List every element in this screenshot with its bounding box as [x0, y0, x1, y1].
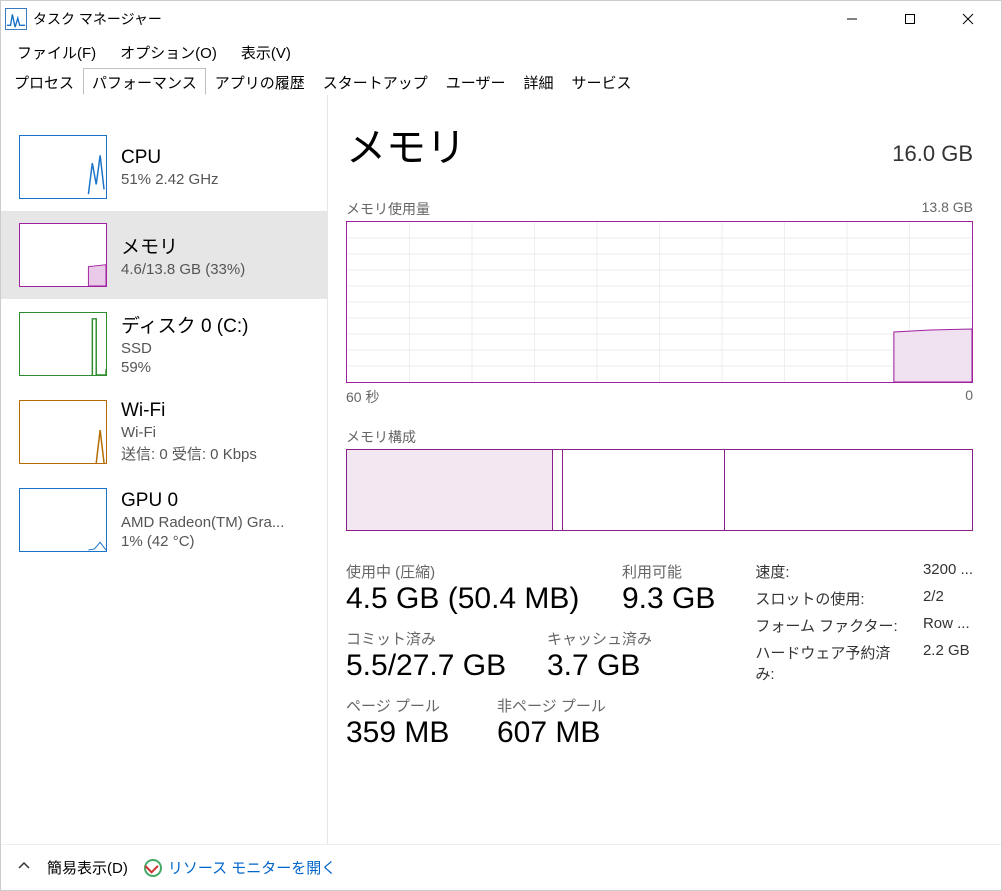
memory-usage-graph[interactable]	[346, 221, 973, 383]
tab-bar: プロセス パフォーマンス アプリの履歴 スタートアップ ユーザー 詳細 サービス	[1, 67, 1001, 95]
hwres-value: 2.2 GB	[923, 642, 973, 684]
avail-label: 利用可能	[622, 561, 715, 582]
window-title: タスク マネージャー	[33, 9, 823, 29]
sidebar-item-disk[interactable]: ディスク 0 (C:) SSD 59%	[1, 299, 327, 388]
cache-label: キャッシュ済み	[547, 628, 652, 649]
commit-label: コミット済み	[346, 628, 521, 649]
comp-seg-free	[725, 450, 972, 530]
menubar: ファイル(F) オプション(O) 表示(V)	[1, 37, 1001, 67]
comp-seg-modified	[553, 450, 562, 530]
open-resource-monitor-label: リソース モニターを開く	[168, 857, 336, 878]
simple-view-button[interactable]: 簡易表示(D)	[47, 857, 128, 878]
open-resource-monitor-link[interactable]: リソース モニターを開く	[144, 857, 336, 878]
tab-performance[interactable]: パフォーマンス	[83, 68, 206, 95]
sidebar-disk-title: ディスク 0 (C:)	[121, 311, 248, 338]
comp-seg-inuse	[347, 450, 553, 530]
tab-startup[interactable]: スタートアップ	[314, 68, 437, 95]
inuse-label: 使用中 (圧縮)	[346, 561, 596, 582]
form-value: Row ...	[923, 615, 973, 636]
memory-composition-graph[interactable]	[346, 449, 973, 531]
detail-total: 16.0 GB	[892, 141, 973, 167]
sidebar-item-cpu[interactable]: CPU 51% 2.42 GHz	[1, 123, 327, 211]
speed-value: 3200 ...	[923, 561, 973, 582]
tab-services[interactable]: サービス	[562, 68, 640, 95]
tab-details[interactable]: 詳細	[514, 68, 562, 95]
sidebar-cpu-title: CPU	[121, 147, 219, 169]
resource-monitor-icon	[144, 859, 162, 877]
sidebar-gpu-title: GPU 0	[121, 490, 284, 512]
form-label: フォーム ファクター:	[755, 615, 905, 636]
sidebar-item-gpu[interactable]: GPU 0 AMD Radeon(TM) Gra... 1% (42 °C)	[1, 476, 327, 564]
menu-file[interactable]: ファイル(F)	[9, 40, 104, 65]
paged-value: 359 MB	[346, 716, 471, 750]
paged-label: ページ プール	[346, 695, 471, 716]
gpu-thumb-icon	[19, 488, 107, 552]
sidebar-cpu-sub: 51% 2.42 GHz	[121, 171, 219, 188]
detail-heading: メモリ	[346, 115, 466, 173]
x-axis-left: 60 秒	[346, 387, 379, 407]
cpu-thumb-icon	[19, 135, 107, 199]
slots-label: スロットの使用:	[755, 588, 905, 609]
titlebar: タスク マネージャー	[1, 1, 1001, 37]
maximize-button[interactable]	[881, 1, 939, 37]
sidebar-item-memory[interactable]: メモリ 4.6/13.8 GB (33%)	[1, 211, 327, 299]
task-manager-icon	[5, 8, 27, 30]
memory-thumb-icon	[19, 223, 107, 287]
sidebar-gpu-sub2: 1% (42 °C)	[121, 533, 284, 550]
commit-value: 5.5/27.7 GB	[346, 649, 521, 683]
menu-view[interactable]: 表示(V)	[233, 40, 299, 65]
details-pane: メモリ 16.0 GB メモリ使用量 13.8 GB	[327, 95, 1001, 844]
cache-value: 3.7 GB	[547, 649, 652, 683]
tab-users[interactable]: ユーザー	[437, 68, 515, 95]
nonpaged-value: 607 MB	[497, 716, 606, 750]
usage-label: メモリ使用量	[346, 199, 430, 219]
disk-thumb-icon	[19, 312, 107, 376]
nonpaged-label: 非ページ プール	[497, 695, 606, 716]
sidebar-item-wifi[interactable]: Wi-Fi Wi-Fi 送信: 0 受信: 0 Kbps	[1, 388, 327, 476]
sidebar-wifi-sub2: 送信: 0 受信: 0 Kbps	[121, 443, 257, 464]
stats: 使用中 (圧縮) 4.5 GB (50.4 MB) 利用可能 9.3 GB コミ…	[346, 561, 973, 762]
hwres-label: ハードウェア予約済み:	[755, 642, 905, 684]
sidebar-wifi-title: Wi-Fi	[121, 400, 257, 422]
sidebar-memory-title: メモリ	[121, 232, 245, 259]
avail-value: 9.3 GB	[622, 582, 715, 616]
stats-right: 速度: 3200 ... スロットの使用: 2/2 フォーム ファクター: Ro…	[755, 561, 973, 684]
sidebar-gpu-sub1: AMD Radeon(TM) Gra...	[121, 514, 284, 531]
slots-value: 2/2	[923, 588, 973, 609]
sidebar-wifi-sub1: Wi-Fi	[121, 424, 257, 441]
close-button[interactable]	[939, 1, 997, 37]
tab-apphistory[interactable]: アプリの履歴	[206, 68, 314, 95]
inuse-value: 4.5 GB (50.4 MB)	[346, 582, 596, 616]
sidebar: CPU 51% 2.42 GHz メモリ 4.6/13.8 GB (33%) デ…	[1, 95, 327, 844]
main: CPU 51% 2.42 GHz メモリ 4.6/13.8 GB (33%) デ…	[1, 95, 1001, 844]
sidebar-disk-sub1: SSD	[121, 340, 248, 357]
menu-options[interactable]: オプション(O)	[112, 40, 225, 65]
sidebar-memory-sub: 4.6/13.8 GB (33%)	[121, 261, 245, 278]
comp-seg-standby	[563, 450, 726, 530]
minimize-button[interactable]	[823, 1, 881, 37]
wifi-thumb-icon	[19, 400, 107, 464]
window-controls	[823, 1, 997, 37]
tab-processes[interactable]: プロセス	[5, 68, 83, 95]
statusbar: 簡易表示(D) リソース モニターを開く	[1, 844, 1001, 890]
chevron-up-icon[interactable]	[17, 859, 31, 876]
composition-label: メモリ構成	[346, 427, 416, 447]
speed-label: 速度:	[755, 561, 905, 582]
sidebar-disk-sub2: 59%	[121, 359, 248, 376]
x-axis-right: 0	[965, 387, 973, 407]
usage-max-label: 13.8 GB	[922, 199, 973, 219]
